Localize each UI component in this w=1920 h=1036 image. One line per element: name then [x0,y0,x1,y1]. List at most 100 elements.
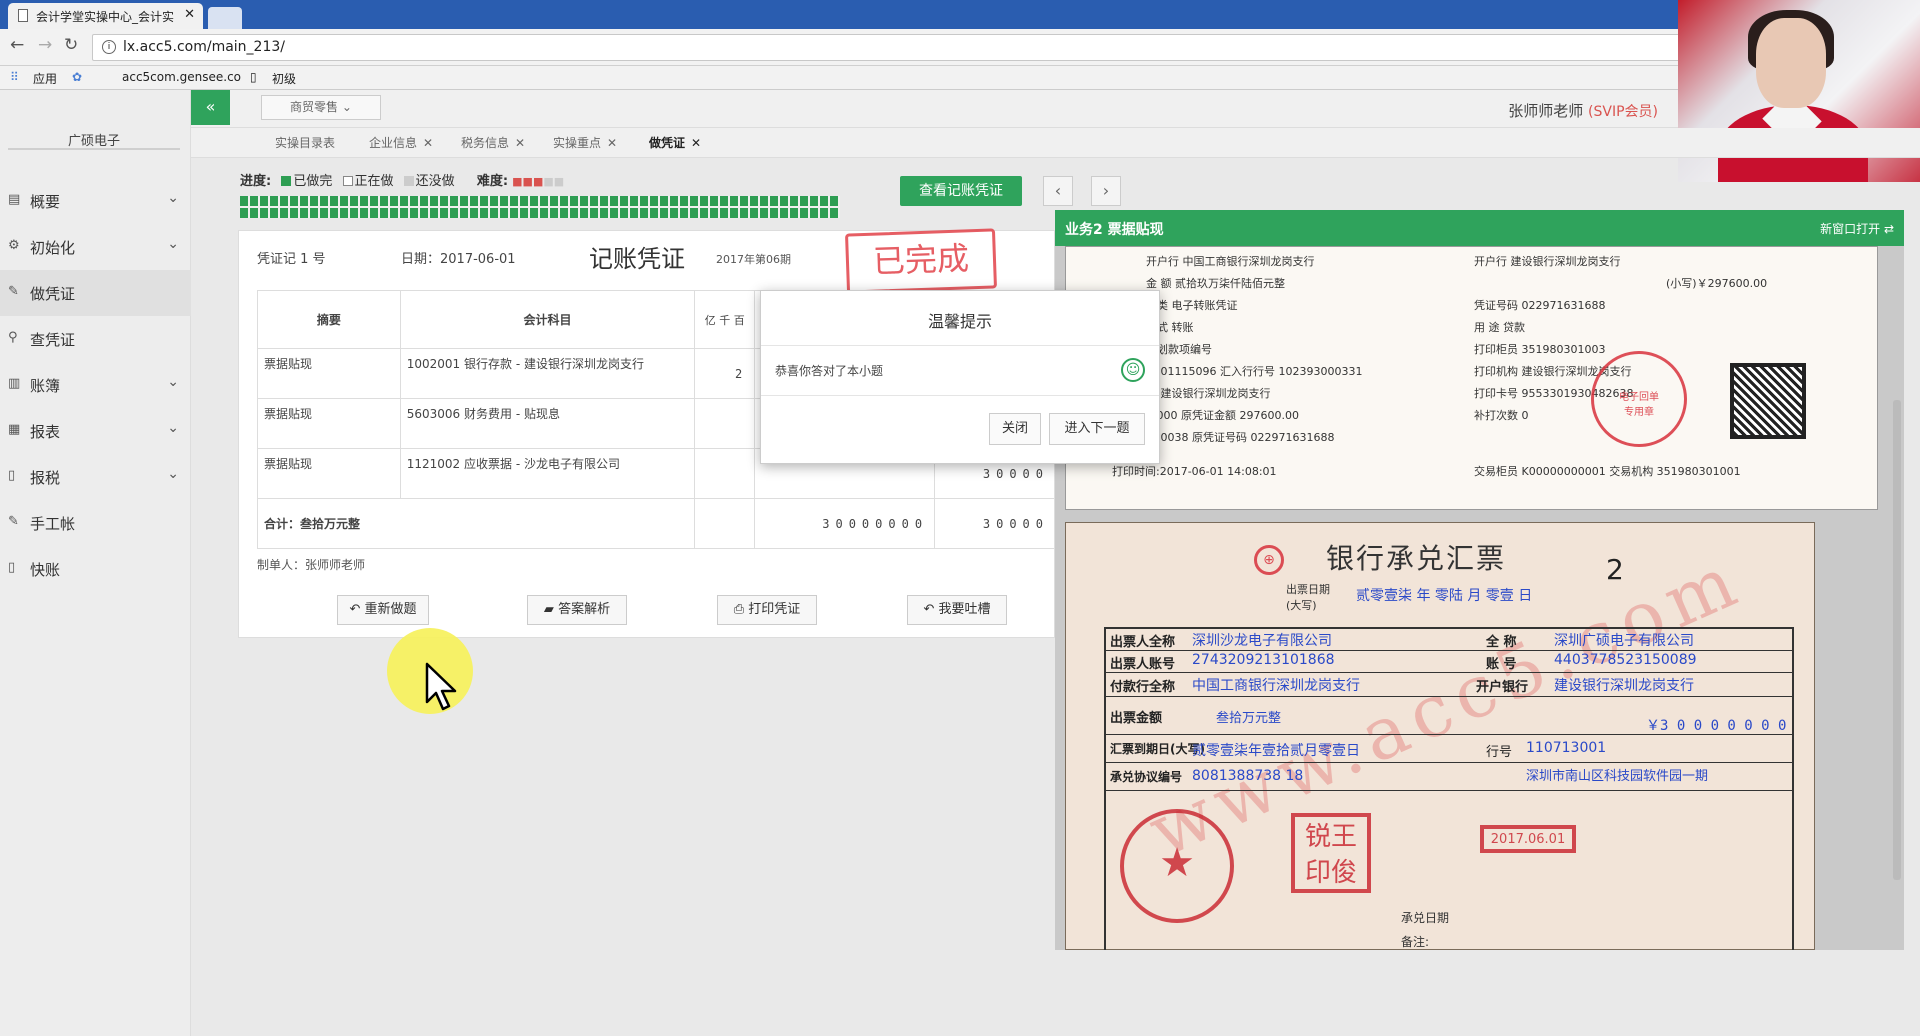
sidebar-item-quick[interactable]: ▯ 快账 [0,546,191,592]
finance-seal: ★ [1120,809,1234,923]
receipt-line: 打印时间:2017-06-01 14:08:01 [1112,465,1277,478]
due-date: 贰零壹柒年壹拾贰月零壹日 [1192,743,1360,759]
redo-button[interactable]: ↶ 重新做题 [337,595,429,625]
close-icon[interactable]: ✕ [691,136,701,150]
view-voucher-button[interactable]: 查看记账凭证 [900,176,1022,206]
page-icon [18,9,28,22]
sidebar-item-make-voucher[interactable]: ✎ 做凭证 [0,270,191,316]
info-icon[interactable]: i [102,40,116,54]
receipt-line: 凭证号码 022971631688 [1474,299,1606,312]
bank-no: 110713001 [1526,740,1607,756]
dialog-body: 恭喜你答对了本小题 ☺ [761,346,1159,396]
close-icon[interactable]: ✕ [607,136,617,150]
browser-tab[interactable]: 会计学堂实操中心_会计实 ✕ [8,3,203,29]
bookmark-gensee[interactable]: acc5com.gensee.co [122,70,241,84]
complain-button[interactable]: ↶ 我要吐槽 [907,595,1007,625]
drawer-bank-label: 付款行全称 [1110,680,1176,695]
row-debit[interactable] [694,448,756,499]
row-debit[interactable] [694,398,756,449]
tab-make-voucher[interactable]: 做凭证 ✕ [649,134,701,151]
sidebar-item-reports[interactable]: ▦ 报表 ⌄ [0,408,191,454]
receipt-line: 类 0038 原凭证号码 022971631688 [1146,431,1335,444]
close-icon[interactable]: ✕ [423,136,433,150]
close-tab-icon[interactable]: ✕ [184,7,195,22]
pen-icon: ✎ [8,514,19,529]
accept-date-label: 承兑日期 [1401,911,1450,925]
open-new-window-label: 新窗口打开 [1820,222,1881,236]
apps-icon[interactable]: ⠿ [10,70,19,84]
qr-code [1730,363,1806,439]
bill-grid: 出票人全称 深圳沙龙电子有限公司 全 称 深圳广硕电子有限公司 出票人账号 274320… [1104,627,1794,950]
company-name: 广硕电子 [8,110,180,150]
tab-tax-info[interactable]: 税务信息 ✕ [461,134,525,151]
receipt-line: 开户行 中国工商银行深圳龙岗支行 [1146,255,1315,268]
sidebar-item-label: 做凭证 [30,285,76,303]
new-tab-button[interactable] [208,7,242,29]
tab-company-info[interactable]: 企业信息 ✕ [369,134,433,151]
prev-button[interactable]: ‹ [1043,176,1073,206]
dialog-message: 恭喜你答对了本小题 [775,364,884,378]
bookmark-apps[interactable]: 应用 [33,70,57,87]
sidebar-item-label: 快账 [30,561,61,579]
user-info[interactable]: 张师师老师 (SVIP会员) [1508,100,1658,121]
close-button[interactable]: 关闭 [989,413,1041,445]
amount-label: 出票金额 [1110,711,1163,726]
back-icon[interactable]: ← [10,35,24,55]
row-summary[interactable]: 票据贴现 [257,348,401,399]
amount-chinese: 叁拾万元整 [1216,711,1282,726]
close-icon[interactable]: ✕ [515,136,525,150]
payee-account-label: 账 号 [1486,657,1517,672]
browser-tab-bar: 会计学堂实操中心_会计实 ✕ [0,0,1920,29]
scrollbar[interactable] [1893,400,1901,880]
reload-icon[interactable]: ↻ [64,35,78,55]
row-summary[interactable]: 票据贴现 [257,398,401,449]
total-credit: 30000 [934,498,1056,549]
payee-bank: 建设银行深圳龙岗支行 [1554,678,1694,694]
business-title: 业务2 票据贴现 [1065,222,1164,238]
industry-dropdown-label: 商贸零售 [290,100,339,114]
doc-icon: ▯ [8,560,16,575]
sidebar-item-init[interactable]: ⚙ 初始化 ⌄ [0,224,191,270]
print-button[interactable]: ⎙ 打印凭证 [717,595,817,625]
tab-key-points[interactable]: 实操重点 ✕ [553,134,617,151]
sidebar-item-ledger[interactable]: ▥ 账簿 ⌄ [0,362,191,408]
webcam-person-face [1756,18,1826,108]
sidebar-item-search-voucher[interactable]: ⚲ 查凭证 [0,316,191,362]
drawer-name: 深圳沙龙电子有限公司 [1192,633,1332,649]
open-new-window-link[interactable]: 新窗口打开 ⇄ [1820,220,1894,237]
row-account[interactable]: 5603006 财务费用 - 贴现息 [399,398,696,449]
sidebar-item-label: 报税 [30,469,61,487]
next-question-button[interactable]: 进入下一题 [1049,413,1145,445]
chevron-down-icon: ⌄ [167,190,179,206]
row-debit[interactable]: 2 [694,348,756,399]
dialog-title: 温馨提示 [761,291,1159,346]
print-button-label: 打印凭证 [748,602,801,617]
row-summary[interactable]: 票据贴现 [257,448,401,499]
sidebar-item-overview[interactable]: ▤ 概要 ⌄ [0,178,191,224]
tab-catalog[interactable]: 实操目录表 [275,134,335,151]
collapse-sidebar-button[interactable]: « [191,90,230,125]
voucher-title: 记账凭证 [589,245,685,273]
sidebar-menu: ▤ 概要 ⌄ ⚙ 初始化 ⌄ ✎ 做凭证 ⚲ 查凭证 ▥ 账簿 ⌄ ▦ 报表 ⌄ ▯ 报税 ⌄ ✎ 手工帐… [0,178,191,592]
analysis-button[interactable]: ▰ 答案解析 [527,595,627,625]
done-label: 已做完 [293,174,333,189]
industry-dropdown[interactable]: 商贸零售 ⌄ [261,95,381,120]
gear-icon: ⚙ [8,238,20,253]
payee-account: 4403778523150089 [1554,652,1697,668]
row-account[interactable]: 1002001 银行存款 - 建设银行深圳龙岗支行 [399,348,696,399]
forward-icon[interactable]: → [38,35,52,55]
progress-grid[interactable] [240,196,840,218]
issue-date-label: 出票日期(大写) [1286,583,1330,612]
bank-seal: 电子回单 专用章 [1591,351,1687,447]
next-button[interactable]: › [1091,176,1121,206]
difficulty-rating: ■■■ [512,175,544,188]
sidebar-item-manual[interactable]: ✎ 手工帐 [0,500,191,546]
sidebar-item-tax[interactable]: ▯ 报税 ⌄ [0,454,191,500]
mouse-cursor-icon [425,662,457,711]
tab-label: 税务信息 [461,136,510,150]
row-account[interactable]: 1121002 应收票据 - 沙龙电子有限公司 [399,448,696,499]
personal-seal: 锐王 印俊 [1291,813,1371,893]
url-input[interactable]: i lx.acc5.com/main_213/ [92,34,1682,61]
doing-swatch [342,176,353,186]
bookmark-chuji[interactable]: 初级 [272,70,296,87]
